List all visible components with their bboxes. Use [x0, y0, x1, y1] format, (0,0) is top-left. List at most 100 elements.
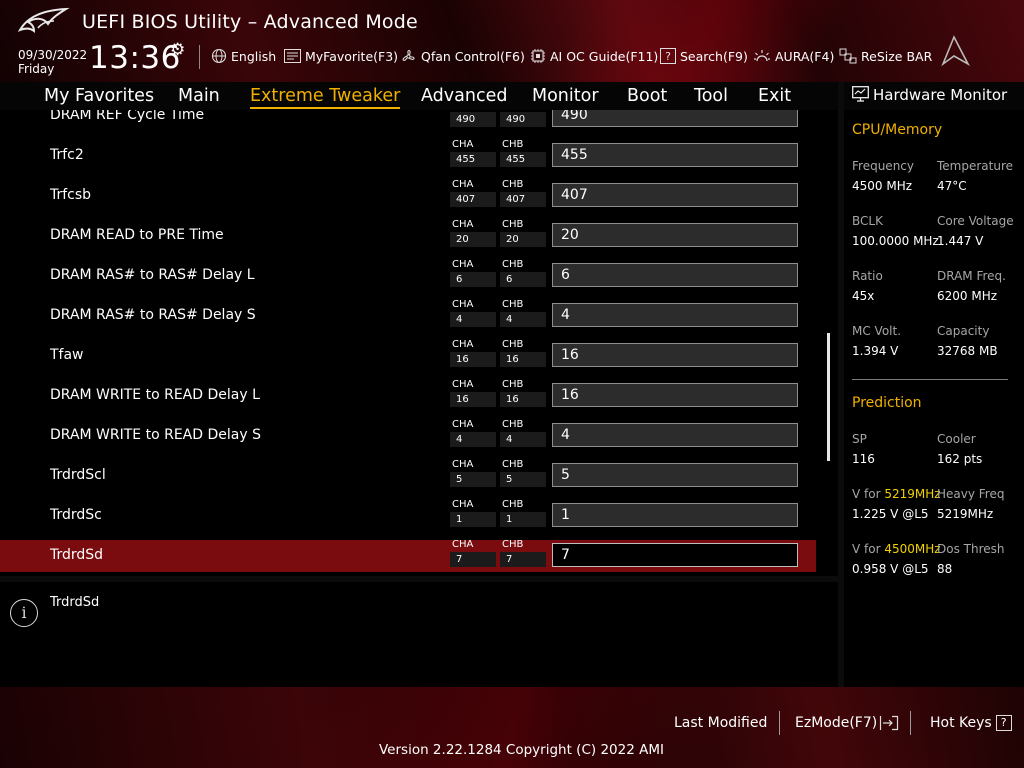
channel-b-label: CHB — [502, 339, 524, 350]
tab-extreme-tweaker[interactable]: Extreme Tweaker — [250, 86, 401, 109]
hot-keys-question-icon: ? — [995, 715, 1012, 731]
setting-label: DRAM WRITE to READ Delay S — [50, 427, 261, 443]
hw-label-bclk: BCLK — [852, 214, 883, 228]
hw-label-ratio: Ratio — [852, 269, 883, 283]
channel-b-value: 490 — [500, 112, 546, 127]
tab-main[interactable]: Main — [178, 86, 220, 106]
channel-a-label: CHA — [452, 459, 474, 470]
setting-row[interactable]: Trfcsb CHA 407 CHB 407 407 — [0, 179, 816, 212]
channel-b-label: CHB — [502, 539, 524, 550]
ezmode-label: EzMode(F7) — [795, 715, 878, 731]
setting-value-input[interactable]: 20 — [552, 223, 798, 247]
setting-row[interactable]: Trfc2 CHA 455 CHB 455 455 — [0, 139, 816, 172]
chip-icon — [530, 48, 546, 64]
last-modified-button[interactable]: Last Modified — [674, 715, 767, 731]
channel-a-value: 455 — [450, 152, 496, 167]
footer-divider — [910, 711, 911, 735]
aura-button[interactable]: AURA(F4) — [753, 46, 834, 66]
setting-row[interactable]: TrdrdScl CHA 5 CHB 5 5 — [0, 459, 816, 492]
myfavorite-button[interactable]: MyFavorite(F3) — [284, 46, 398, 66]
setting-value-input[interactable]: 4 — [552, 423, 798, 447]
setting-value-input[interactable]: 6 — [552, 263, 798, 287]
hw-value-cooler: 162 pts — [937, 452, 983, 466]
setting-value-input[interactable]: 7 — [552, 543, 798, 567]
myfavorite-label: MyFavorite(F3) — [305, 48, 399, 64]
clock-settings-gear-icon[interactable]: ⚙ — [170, 40, 185, 60]
setting-value-input[interactable]: 16 — [552, 343, 798, 367]
channel-b-value: 16 — [500, 392, 546, 407]
setting-row[interactable]: DRAM RAS# to RAS# Delay L CHA 6 CHB 6 6 — [0, 259, 816, 292]
setting-row[interactable]: DRAM REF Cycle TimeCHA490CHB490490 — [0, 110, 816, 132]
channel-a-value: 6 — [450, 272, 496, 287]
cpu-memory-heading: CPU/Memory — [852, 122, 943, 138]
hw-value-dos-thresh: 88 — [937, 562, 953, 576]
channel-a-value: 4 — [450, 432, 496, 447]
language-button[interactable]: English — [211, 46, 276, 66]
hw-value-core-voltage: 1.447 V — [937, 234, 984, 248]
tab-my-favorites[interactable]: My Favorites — [44, 86, 154, 106]
hot-keys-button[interactable]: Hot Keys ? — [930, 715, 1012, 731]
channel-a-label: CHA — [452, 259, 474, 270]
hw-value-ratio: 45x — [852, 289, 875, 303]
channel-b-label: CHB — [502, 139, 524, 150]
channel-b-value: 4 — [500, 432, 546, 447]
hw-label-frequency: Frequency — [852, 159, 914, 173]
ezmode-button[interactable]: EzMode(F7) — [795, 715, 899, 731]
search-label: Search(F9) — [680, 48, 748, 64]
setting-value-input[interactable]: 455 — [552, 143, 798, 167]
setting-label: TrdrdScl — [50, 467, 106, 483]
setting-value-input[interactable]: 16 — [552, 383, 798, 407]
channel-a-label: CHA — [452, 419, 474, 430]
setting-label: DRAM READ to PRE Time — [50, 227, 224, 243]
tab-tool[interactable]: Tool — [694, 86, 728, 106]
ai-oc-guide-button[interactable]: AI OC Guide(F11) — [530, 46, 658, 66]
channel-b-value: 7 — [500, 552, 546, 567]
setting-value-input[interactable]: 490 — [552, 110, 798, 127]
setting-row[interactable]: Tfaw CHA 16 CHB 16 16 — [0, 339, 816, 372]
hw-value-capacity: 32768 MB — [937, 344, 998, 358]
channel-b-label: CHB — [502, 219, 524, 230]
hardware-monitor-panel: Hardware Monitor CPU/Memory Frequency 45… — [844, 82, 1024, 687]
channel-a-label: CHA — [452, 299, 474, 310]
setting-row[interactable]: TrdrdSd CHA 7 CHB 7 7 — [0, 539, 816, 572]
hw-value-mc-volt: 1.394 V — [852, 344, 899, 358]
hw-label-heavy-freq: Heavy Freq — [937, 487, 1005, 501]
setting-label: DRAM WRITE to READ Delay L — [50, 387, 260, 403]
channel-b-label: CHB — [502, 499, 524, 510]
resize-bar-label: ReSize BAR — [861, 48, 933, 64]
resize-bar-button[interactable]: ReSize BAR — [839, 46, 932, 66]
hardware-monitor-title: Hardware Monitor — [873, 86, 1008, 104]
setting-value-input[interactable]: 5 — [552, 463, 798, 487]
rog-logo-icon — [18, 7, 70, 33]
v-for-freq-1: 5219MHz — [884, 487, 941, 501]
hot-keys-label: Hot Keys — [930, 715, 992, 731]
toolbar-divider — [199, 45, 200, 69]
setting-row[interactable]: DRAM WRITE to READ Delay L CHA 16 CHB 16 16 — [0, 379, 816, 412]
channel-a-value: 7 — [450, 552, 496, 567]
setting-row[interactable]: DRAM RAS# to RAS# Delay S CHA 4 CHB 4 4 — [0, 299, 816, 332]
channel-b-value: 407 — [500, 192, 546, 207]
hw-label-cooler: Cooler — [937, 432, 976, 446]
setting-value-input[interactable]: 4 — [552, 303, 798, 327]
prediction-heading: Prediction — [852, 395, 922, 411]
setting-label: DRAM REF Cycle Time — [50, 110, 205, 123]
hw-value-heavy-freq: 5219MHz — [937, 507, 994, 521]
setting-row[interactable]: TrdrdSc CHA 1 CHB 1 1 — [0, 499, 816, 532]
scrollbar-thumb[interactable] — [827, 333, 830, 461]
tab-exit[interactable]: Exit — [758, 86, 791, 106]
setting-row[interactable]: DRAM READ to PRE Time CHA 20 CHB 20 20 — [0, 219, 816, 252]
search-button[interactable]: ? Search(F9) — [660, 46, 748, 66]
hw-label-v-for-1: V for 5219MHz — [852, 487, 941, 501]
tab-advanced[interactable]: Advanced — [421, 86, 507, 106]
channel-a-value: 4 — [450, 312, 496, 327]
setting-row[interactable]: DRAM WRITE to READ Delay S CHA 4 CHB 4 4 — [0, 419, 816, 452]
v-for-freq-2: 4500MHz — [884, 542, 941, 556]
footer-bar: Last Modified EzMode(F7) Hot Keys ? Vers… — [0, 687, 1024, 768]
setting-value-input[interactable]: 407 — [552, 183, 798, 207]
tab-monitor[interactable]: Monitor — [532, 86, 599, 106]
qfan-control-button[interactable]: Qfan Control(F6) — [400, 46, 525, 66]
tab-boot[interactable]: Boot — [627, 86, 667, 106]
channel-a-label: CHA — [452, 539, 474, 550]
resize-bar-icon — [839, 48, 857, 64]
setting-value-input[interactable]: 1 — [552, 503, 798, 527]
